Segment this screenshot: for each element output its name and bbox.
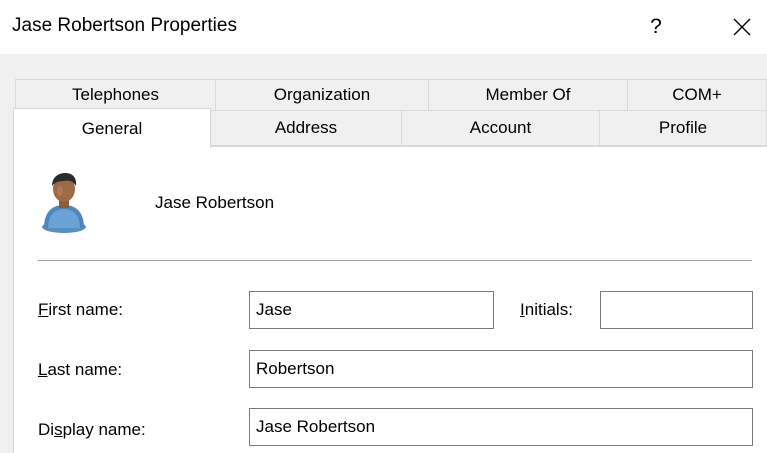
title-bar: Jase Robertson Properties ? bbox=[0, 0, 767, 54]
initials-label: Initials: bbox=[520, 300, 573, 319]
user-avatar-icon bbox=[42, 173, 86, 233]
header-divider bbox=[38, 260, 752, 261]
help-button[interactable]: ? bbox=[632, 8, 680, 46]
tab-account[interactable]: Account bbox=[401, 110, 600, 146]
initials-field[interactable] bbox=[600, 291, 753, 329]
close-icon bbox=[733, 18, 751, 36]
close-button[interactable] bbox=[717, 8, 767, 46]
tab-com-plus[interactable]: COM+ bbox=[627, 79, 767, 111]
display-name-field[interactable] bbox=[249, 408, 753, 446]
tab-organization[interactable]: Organization bbox=[215, 79, 429, 111]
tab-telephones[interactable]: Telephones bbox=[15, 79, 216, 111]
first-name-field[interactable] bbox=[249, 291, 494, 329]
first-name-label: First name: bbox=[38, 300, 124, 319]
tab-member-of[interactable]: Member Of bbox=[428, 79, 628, 111]
last-name-label: Last name: bbox=[38, 360, 123, 379]
tab-address[interactable]: Address bbox=[210, 110, 402, 146]
window-title: Jase Robertson Properties bbox=[12, 15, 237, 36]
tab-general[interactable]: General bbox=[13, 108, 211, 148]
last-name-field[interactable] bbox=[249, 350, 753, 388]
display-name-label: Display name: bbox=[38, 420, 146, 439]
user-display-header: Jase Robertson bbox=[155, 193, 275, 212]
tab-profile[interactable]: Profile bbox=[599, 110, 767, 146]
